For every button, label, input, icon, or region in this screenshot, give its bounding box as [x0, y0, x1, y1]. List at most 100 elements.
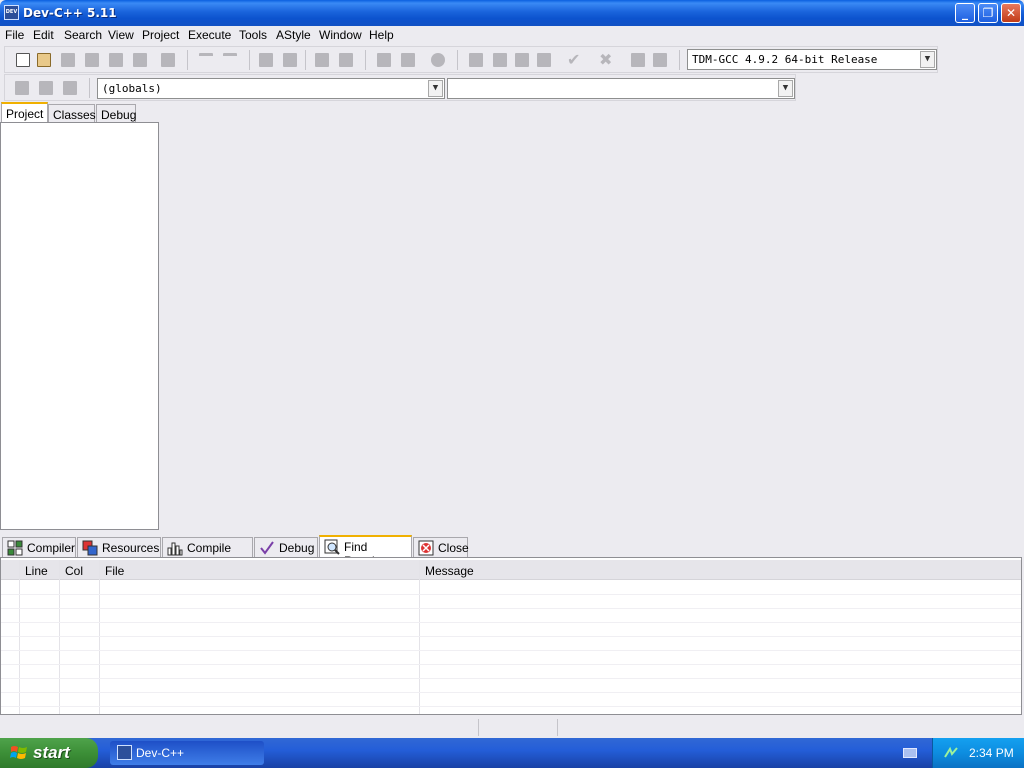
compiler-grid-icon	[7, 540, 23, 556]
tab-debug[interactable]: Debug	[96, 104, 136, 123]
column-header-line[interactable]: Line	[25, 564, 48, 578]
tab-debug-output-label: Debug	[279, 541, 315, 555]
save-icon[interactable]	[61, 53, 75, 67]
save-all-icon[interactable]	[85, 53, 99, 67]
taskbar: start Dev-C++ 2:34 PM	[0, 738, 1024, 768]
insert-icon[interactable]	[39, 81, 53, 95]
print-icon[interactable]	[161, 53, 175, 67]
resources-icon	[82, 540, 98, 556]
close-file-icon[interactable]	[109, 53, 123, 67]
profile-icon[interactable]	[653, 53, 667, 67]
tab-resources[interactable]: Resources	[77, 537, 161, 558]
menu-view[interactable]: View	[108, 28, 134, 42]
toolbar-separator	[679, 50, 680, 70]
run-icon[interactable]	[493, 53, 507, 67]
rebuild-all-icon[interactable]	[537, 53, 551, 67]
row-divider	[1, 608, 1021, 609]
system-tray: 2:34 PM	[932, 738, 1024, 768]
replace-icon[interactable]	[283, 53, 297, 67]
close-panel-icon	[418, 540, 434, 556]
tab-close[interactable]: Close	[413, 537, 469, 558]
app-icon: DEV	[4, 5, 19, 20]
row-divider	[1, 706, 1021, 707]
row-divider	[1, 650, 1021, 651]
menu-astyle[interactable]: AStyle	[276, 28, 311, 42]
open-file-icon[interactable]	[37, 53, 51, 67]
find-results-table[interactable]: Line Col File Message	[0, 557, 1022, 715]
network-icon[interactable]	[943, 745, 959, 761]
menu-project[interactable]: Project	[142, 28, 179, 42]
taskbar-item-devcpp[interactable]: Dev-C++	[110, 741, 264, 765]
toggle-comment-icon[interactable]	[431, 53, 445, 67]
project-tree-panel[interactable]	[0, 122, 159, 530]
unindent-icon[interactable]	[401, 53, 415, 67]
new-file-icon[interactable]	[16, 53, 30, 67]
scope-select[interactable]: (globals) ▼	[97, 78, 445, 99]
column-header-col[interactable]: Col	[65, 564, 83, 578]
menu-edit[interactable]: Edit	[33, 28, 54, 42]
toolbar-separator	[457, 50, 458, 70]
tab-close-label: Close	[438, 541, 469, 555]
close-all-icon[interactable]	[133, 53, 147, 67]
menu-search[interactable]: Search	[64, 28, 102, 42]
bookmark-icon[interactable]	[63, 81, 77, 95]
close-button[interactable]: ✕	[1001, 3, 1021, 23]
toolbar-separator	[187, 50, 188, 70]
menu-window[interactable]: Window	[319, 28, 362, 42]
keyboard-icon[interactable]	[903, 748, 917, 758]
devcpp-icon	[117, 745, 132, 760]
clock[interactable]: 2:34 PM	[969, 746, 1014, 760]
find-next-icon[interactable]	[315, 53, 329, 67]
checkmark-icon	[260, 541, 274, 555]
class-toolbar: (globals) ▼ ▼	[4, 74, 796, 101]
status-separator	[557, 719, 558, 736]
chevron-down-icon[interactable]: ▼	[428, 80, 443, 97]
title-bar: DEV Dev-C++ 5.11 _ ❐ ✕	[0, 0, 1024, 26]
minimize-button[interactable]: _	[955, 3, 975, 23]
chevron-down-icon[interactable]: ▼	[920, 51, 935, 68]
tab-compile-log[interactable]: Compile Log	[162, 537, 253, 569]
scope-select-value: (globals)	[102, 82, 162, 95]
tab-compiler[interactable]: Compiler	[2, 537, 76, 558]
status-separator	[478, 719, 479, 736]
menu-file[interactable]: File	[5, 28, 24, 42]
row-divider	[1, 594, 1021, 595]
find-icon[interactable]	[259, 53, 273, 67]
redo-icon[interactable]	[223, 53, 237, 61]
tab-resources-label: Resources	[102, 541, 160, 555]
tab-classes[interactable]: Classes	[48, 104, 96, 123]
undo-icon[interactable]	[199, 53, 213, 61]
compile-run-icon[interactable]	[515, 53, 529, 67]
start-label: start	[33, 743, 70, 762]
debug-icon[interactable]	[631, 53, 645, 67]
menu-help[interactable]: Help	[369, 28, 394, 42]
syntax-check-icon[interactable]: ✔	[567, 52, 581, 68]
row-divider	[1, 692, 1021, 693]
tab-project[interactable]: Project	[1, 102, 48, 123]
row-divider	[1, 636, 1021, 637]
tab-find-results[interactable]: Find Results	[319, 535, 412, 568]
compile-icon[interactable]	[469, 53, 483, 67]
indent-icon[interactable]	[377, 53, 391, 67]
bar-chart-icon	[167, 542, 183, 556]
menu-bar: File Edit Search View Project Execute To…	[0, 26, 1024, 44]
member-select[interactable]: ▼	[447, 78, 795, 99]
column-header-message[interactable]: Message	[425, 564, 474, 578]
compiler-select[interactable]: TDM-GCC 4.9.2 64-bit Release ▼	[687, 49, 937, 70]
new-project-icon[interactable]	[15, 81, 29, 95]
row-divider	[1, 622, 1021, 623]
magnifier-icon	[324, 539, 340, 555]
chevron-down-icon[interactable]: ▼	[778, 80, 793, 97]
menu-tools[interactable]: Tools	[239, 28, 267, 42]
start-button[interactable]: start	[0, 738, 98, 768]
stop-execution-icon[interactable]: ✖	[599, 52, 613, 68]
restore-button[interactable]: ❐	[978, 3, 998, 23]
window-title: Dev-C++ 5.11	[23, 6, 117, 20]
compiler-select-value: TDM-GCC 4.9.2 64-bit Release	[692, 53, 878, 66]
tab-compiler-label: Compiler	[27, 541, 76, 555]
toolbar-separator	[305, 50, 306, 70]
goto-line-icon[interactable]	[339, 53, 353, 67]
column-header-file[interactable]: File	[105, 564, 124, 578]
tab-debug-output[interactable]: Debug	[254, 537, 318, 558]
menu-execute[interactable]: Execute	[188, 28, 231, 42]
